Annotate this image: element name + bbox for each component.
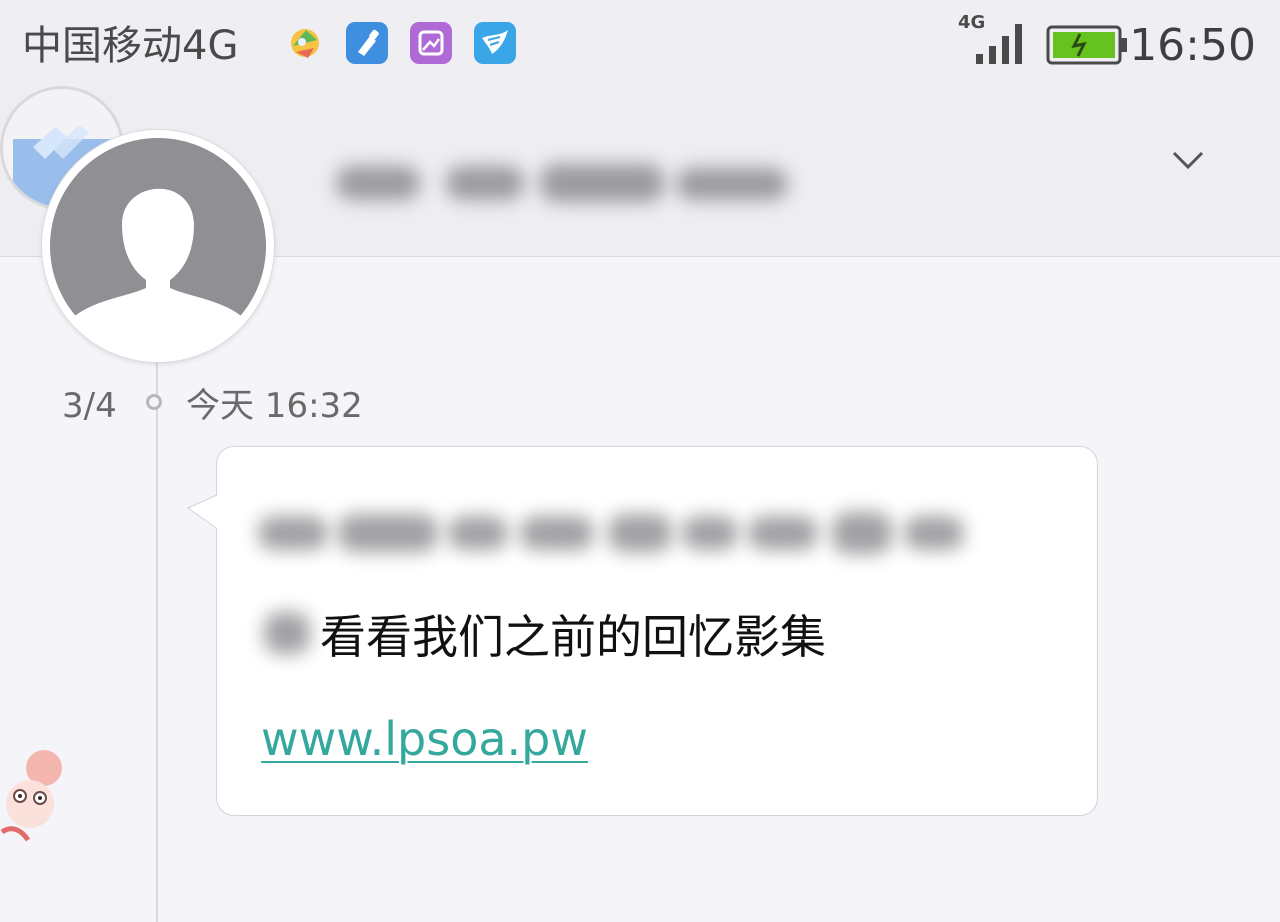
bubble-tail (186, 492, 220, 532)
blurred-message-line (258, 504, 968, 562)
timeline-dot (146, 394, 162, 410)
message-link[interactable]: www.lpsoa.pw (261, 708, 588, 770)
contact-avatar[interactable] (42, 130, 274, 362)
message-timestamp: 今天 16:32 (186, 386, 363, 426)
blurred-contact-name (540, 164, 664, 202)
message-counter: 3/4 (62, 386, 117, 426)
chevron-down-icon[interactable] (1170, 148, 1206, 172)
message-text: 看看我们之前的回忆影集 (320, 610, 826, 664)
status-bar: 中国移动4G 4G 16:50 (0, 0, 1280, 90)
battery-icon (1046, 25, 1127, 65)
brush-app-icon (346, 22, 388, 64)
gallery-app-icon (410, 22, 452, 64)
signal-icon (976, 24, 1022, 64)
bird-app-icon (474, 22, 516, 64)
sticker-icon (0, 750, 62, 842)
carrier-label: 中国移动4G (22, 23, 239, 69)
blurred-contact-name (446, 166, 524, 200)
blurred-prefix (262, 602, 314, 662)
blurred-contact-name (336, 166, 420, 200)
blurred-contact-name (676, 168, 788, 200)
multicolor-app-icon (291, 29, 319, 58)
clock: 16:50 (1129, 20, 1256, 71)
